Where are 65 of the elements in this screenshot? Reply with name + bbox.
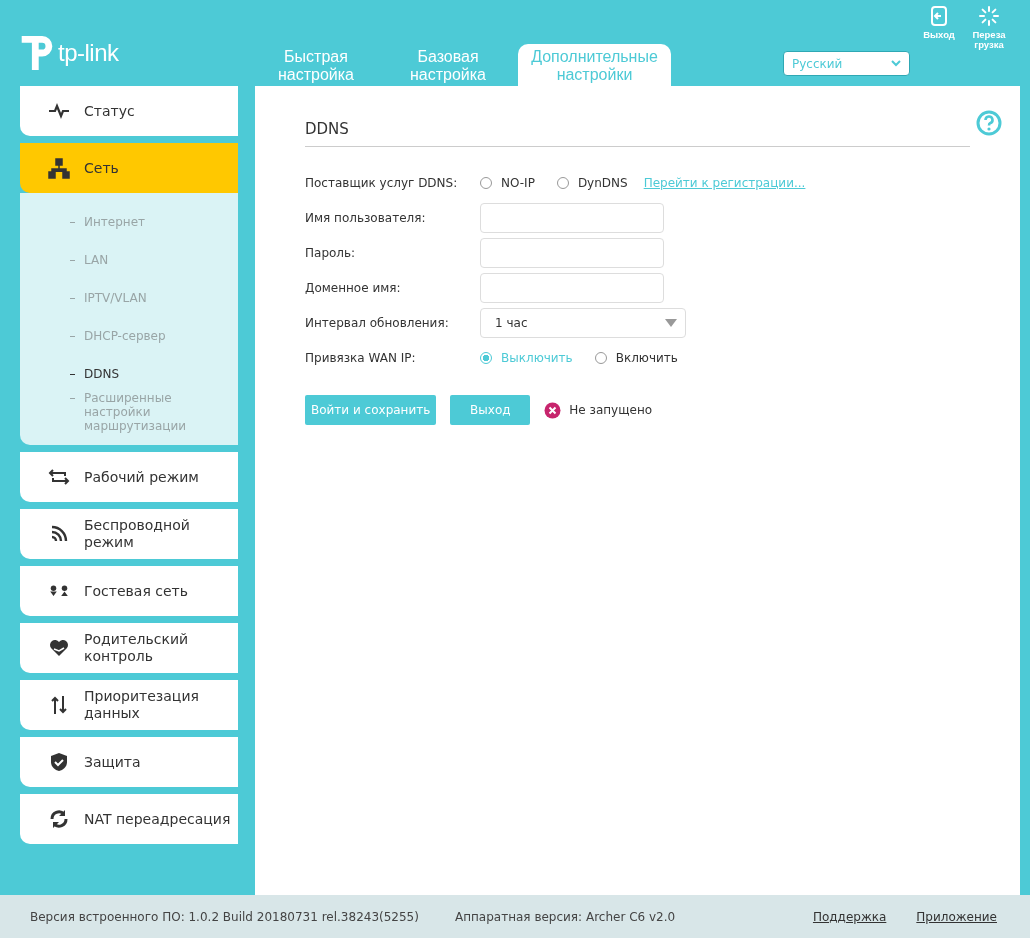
dash-mark: [70, 398, 75, 399]
register-link[interactable]: Перейти к регистрации...: [643, 175, 806, 190]
sidebar-item[interactable]: Защита: [20, 737, 238, 787]
dash-mark: [70, 298, 75, 299]
loading-icon: [979, 6, 999, 26]
firmware-version: Версия встроенного ПО: 1.0.2 Build 20180731 rel.38243(5255): [30, 909, 419, 924]
status-text: Не запущено: [569, 403, 653, 417]
field-label: Пароль:: [305, 245, 357, 260]
network-icon: [48, 157, 70, 179]
heart-icon: [48, 637, 70, 659]
footer-link[interactable]: Поддержка: [812, 909, 887, 924]
sidebar-item[interactable]: Статус: [20, 86, 238, 136]
section-title: DDNS: [305, 120, 970, 147]
help-icon[interactable]: [976, 110, 1002, 136]
input-field[interactable]: [480, 237, 664, 268]
sidebar-item[interactable]: Гостевая сеть: [20, 566, 238, 616]
dash-mark: [70, 222, 75, 223]
field-label: Доменное имя:: [305, 280, 402, 295]
footer-link[interactable]: Приложение: [916, 909, 997, 924]
radio-button[interactable]: [594, 351, 607, 364]
radio-button[interactable]: [556, 176, 569, 189]
chevron-icon: [891, 60, 901, 67]
exit-button[interactable]: Выход: [450, 395, 531, 425]
nav-tab[interactable]: Базовая настройка: [386, 44, 510, 86]
sidebar-item[interactable]: NAT переадресация: [20, 794, 238, 844]
field-label: Привязка WAN IP:: [305, 350, 417, 365]
logout-button[interactable]: Выход: [918, 6, 960, 50]
field-label: Интервал обновления:: [305, 315, 450, 330]
shield-icon: [48, 751, 70, 773]
hardware-version: Аппаратная версия: Archer C6 v2.0: [454, 909, 676, 924]
interval-select[interactable]: 1 час: [480, 307, 686, 338]
sidebar-item[interactable]: Сеть: [20, 143, 238, 193]
submenu-item[interactable]: Расширенные настройки маршрутизации: [20, 391, 238, 433]
submenu-item[interactable]: IPTV/VLAN: [20, 291, 238, 305]
reboot-button[interactable]: Перезагрузка: [968, 6, 1010, 50]
radio-button[interactable]: [480, 176, 492, 189]
sidebar-item[interactable]: Рабочий режим: [20, 452, 238, 502]
field-label: Поставщик услуг DDNS:: [305, 175, 459, 190]
radio-button[interactable]: [480, 351, 492, 364]
field-label: Имя пользователя:: [305, 210, 427, 225]
submenu-item[interactable]: LAN: [20, 253, 238, 267]
submenu-item[interactable]: Интернет: [20, 215, 238, 229]
nav-tab[interactable]: Быстрая настройка: [254, 44, 378, 86]
option-label: NO-IP: [501, 175, 535, 190]
nav-tab[interactable]: Дополнительные настройки: [518, 44, 671, 86]
dash-mark: [70, 374, 75, 375]
option-label: Включить: [615, 350, 678, 365]
input-field[interactable]: [480, 202, 664, 233]
dash-mark: [70, 260, 75, 261]
dash-mark: [70, 336, 75, 337]
logo-text: tp-link: [58, 39, 119, 67]
submenu-item[interactable]: DDNS: [20, 367, 238, 381]
language-select[interactable]: Русский: [783, 51, 910, 76]
people-icon: [48, 584, 70, 598]
input-field[interactable]: [480, 272, 664, 303]
sidebar-item[interactable]: Беспроводной режим: [20, 509, 238, 559]
circular-arrows-icon: [48, 808, 70, 830]
submenu-item[interactable]: DHCP-сервер: [20, 329, 238, 343]
dropdown-arrow-icon: [665, 318, 677, 327]
sidebar-item[interactable]: Приоритезация данных: [20, 680, 238, 730]
logout-icon: [929, 6, 949, 26]
sidebar-item[interactable]: Родительский контроль: [20, 623, 238, 673]
save-button[interactable]: Войти и сохранить: [305, 395, 437, 425]
option-label: DynDNS: [577, 175, 628, 190]
option-label: Выключить: [501, 350, 573, 365]
